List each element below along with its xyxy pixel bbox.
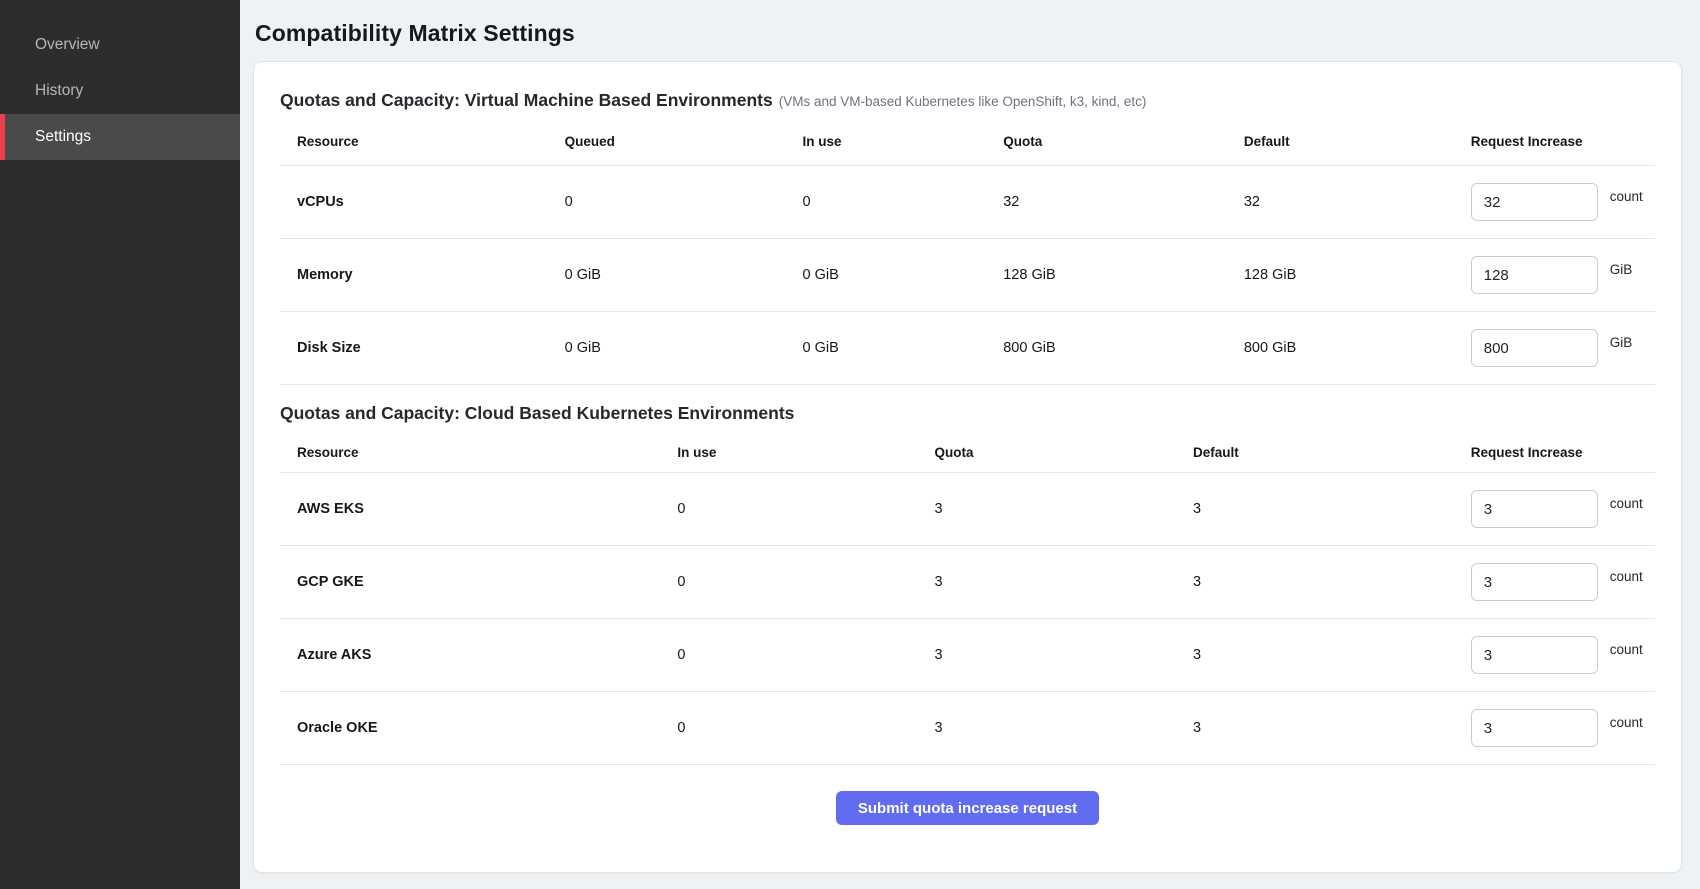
cell-resource: Azure AKS	[280, 647, 677, 663]
cell-default: 3	[1193, 501, 1471, 517]
cell-quota: 3	[935, 574, 1193, 590]
request-increase-cell: count	[1471, 183, 1655, 221]
cell-default: 3	[1193, 574, 1471, 590]
cell-in-use: 0	[802, 194, 1003, 210]
quota-input[interactable]	[1471, 709, 1598, 747]
submit-quota-increase-button[interactable]: Submit quota increase request	[836, 791, 1099, 825]
cell-quota: 128 GiB	[1003, 267, 1244, 283]
table-row: GCP GKE033count	[280, 546, 1655, 619]
cell-default: 800 GiB	[1244, 340, 1471, 356]
section-heading-vm: Quotas and Capacity: Virtual Machine Bas…	[280, 88, 1655, 114]
cell-default: 128 GiB	[1244, 267, 1471, 283]
column-header: Quota	[1003, 134, 1244, 149]
table-row: Memory0 GiB0 GiB128 GiB128 GiBGiB	[280, 239, 1655, 312]
request-increase-cell: count	[1471, 709, 1655, 747]
request-increase-cell: count	[1471, 490, 1655, 528]
cell-in-use: 0	[677, 720, 934, 736]
main-content: Compatibility Matrix Settings Quotas and…	[240, 0, 1700, 889]
unit-label: count	[1610, 642, 1643, 657]
cell-quota: 32	[1003, 194, 1244, 210]
section-heading-vm-text: Quotas and Capacity: Virtual Machine Bas…	[280, 90, 773, 110]
unit-label: count	[1610, 715, 1643, 730]
sidebar-item-history[interactable]: History	[0, 68, 240, 114]
cell-in-use: 0 GiB	[802, 267, 1003, 283]
cell-in-use: 0	[677, 501, 934, 517]
cell-resource: vCPUs	[280, 194, 565, 210]
cell-default: 3	[1193, 720, 1471, 736]
cell-quota: 800 GiB	[1003, 340, 1244, 356]
column-header: In use	[677, 445, 934, 460]
cell-queued: 0	[565, 194, 803, 210]
table-row: Azure AKS033count	[280, 619, 1655, 692]
sidebar-item-settings[interactable]: Settings	[0, 114, 240, 160]
column-header: Quota	[935, 445, 1193, 460]
unit-label: count	[1610, 189, 1643, 204]
unit-label: count	[1610, 569, 1643, 584]
section-heading-cloud: Quotas and Capacity: Cloud Based Kuberne…	[280, 401, 1655, 427]
cell-quota: 3	[935, 647, 1193, 663]
cell-in-use: 0 GiB	[802, 340, 1003, 356]
quotas-card: Quotas and Capacity: Virtual Machine Bas…	[253, 61, 1682, 873]
vm-quota-table: ResourceQueuedIn useQuotaDefaultRequest …	[280, 114, 1655, 385]
quota-input[interactable]	[1471, 256, 1598, 294]
column-header: Request Increase	[1471, 134, 1655, 149]
cell-in-use: 0	[677, 647, 934, 663]
quota-input[interactable]	[1471, 636, 1598, 674]
cell-resource: Memory	[280, 267, 565, 283]
quota-input[interactable]	[1471, 563, 1598, 601]
column-header: Queued	[565, 134, 803, 149]
page-title: Compatibility Matrix Settings	[255, 20, 1682, 47]
request-increase-cell: GiB	[1471, 256, 1655, 294]
sidebar-item-overview[interactable]: Overview	[0, 22, 240, 68]
quota-input[interactable]	[1471, 329, 1598, 367]
cell-resource: Disk Size	[280, 340, 565, 356]
column-header: Default	[1244, 134, 1471, 149]
cell-default: 32	[1244, 194, 1471, 210]
sidebar: Overview History Settings	[0, 0, 240, 889]
request-increase-cell: count	[1471, 563, 1655, 601]
cell-resource: GCP GKE	[280, 574, 677, 590]
cell-quota: 3	[935, 501, 1193, 517]
section-heading-vm-note: (VMs and VM-based Kubernetes like OpenSh…	[779, 94, 1147, 109]
table-header-row: ResourceQueuedIn useQuotaDefaultRequest …	[280, 114, 1655, 166]
table-row: vCPUs003232count	[280, 166, 1655, 239]
quota-input[interactable]	[1471, 183, 1598, 221]
column-header: Resource	[280, 134, 565, 149]
column-header: Request Increase	[1471, 445, 1655, 460]
table-row: Disk Size0 GiB0 GiB800 GiB800 GiBGiB	[280, 312, 1655, 385]
unit-label: GiB	[1610, 335, 1633, 350]
cell-queued: 0 GiB	[565, 267, 803, 283]
request-increase-cell: GiB	[1471, 329, 1655, 367]
cell-in-use: 0	[677, 574, 934, 590]
cell-resource: Oracle OKE	[280, 720, 677, 736]
column-header: Resource	[280, 445, 677, 460]
cell-resource: AWS EKS	[280, 501, 677, 517]
table-row: AWS EKS033count	[280, 473, 1655, 546]
table-row: Oracle OKE033count	[280, 692, 1655, 765]
unit-label: count	[1610, 496, 1643, 511]
section-heading-cloud-text: Quotas and Capacity: Cloud Based Kuberne…	[280, 403, 794, 423]
cell-default: 3	[1193, 647, 1471, 663]
table-header-row: ResourceIn useQuotaDefaultRequest Increa…	[280, 431, 1655, 473]
cell-quota: 3	[935, 720, 1193, 736]
request-increase-cell: count	[1471, 636, 1655, 674]
column-header: In use	[802, 134, 1003, 149]
column-header: Default	[1193, 445, 1471, 460]
cloud-quota-table: ResourceIn useQuotaDefaultRequest Increa…	[280, 431, 1655, 765]
unit-label: GiB	[1610, 262, 1633, 277]
cell-queued: 0 GiB	[565, 340, 803, 356]
quota-input[interactable]	[1471, 490, 1598, 528]
